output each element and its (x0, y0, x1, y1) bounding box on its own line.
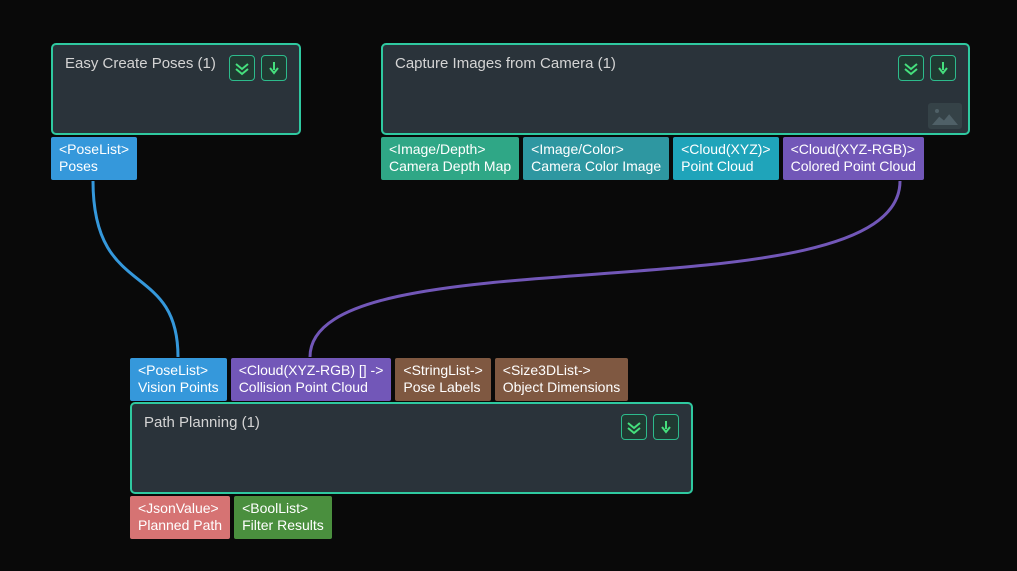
execute-button[interactable] (261, 55, 287, 81)
node-capture-images[interactable]: Capture Images from Camera (1) (381, 43, 970, 135)
inputs-path-planning: <PoseList> Vision Points <Cloud(XYZ-RGB)… (130, 358, 628, 401)
input-port-object-dimensions[interactable]: <Size3DList-> Object Dimensions (495, 358, 629, 401)
image-preview-icon (928, 103, 962, 129)
node-title: Path Planning (1) (144, 414, 621, 431)
outputs-easy-create-poses: <PoseList> Poses (51, 137, 137, 180)
collapse-button[interactable] (898, 55, 924, 81)
collapse-button[interactable] (229, 55, 255, 81)
output-port-color-image[interactable]: <Image/Color> Camera Color Image (523, 137, 669, 180)
output-port-poses[interactable]: <PoseList> Poses (51, 137, 137, 180)
outputs-path-planning: <JsonValue> Planned Path <BoolList> Filt… (130, 496, 332, 539)
input-port-pose-labels[interactable]: <StringList-> Pose Labels (395, 358, 490, 401)
output-port-planned-path[interactable]: <JsonValue> Planned Path (130, 496, 230, 539)
execute-button[interactable] (653, 414, 679, 440)
node-title: Capture Images from Camera (1) (395, 55, 898, 72)
node-graph-canvas[interactable]: { "nodes": { "easyCreatePoses": { "title… (0, 0, 1017, 571)
outputs-capture-images: <Image/Depth> Camera Depth Map <Image/Co… (381, 137, 924, 180)
output-port-point-cloud[interactable]: <Cloud(XYZ)> Point Cloud (673, 137, 778, 180)
node-path-planning[interactable]: Path Planning (1) (130, 402, 693, 494)
node-easy-create-poses[interactable]: Easy Create Poses (1) (51, 43, 301, 135)
execute-button[interactable] (930, 55, 956, 81)
node-title: Easy Create Poses (1) (65, 55, 229, 72)
output-port-depth-map[interactable]: <Image/Depth> Camera Depth Map (381, 137, 519, 180)
collapse-button[interactable] (621, 414, 647, 440)
input-port-collision-point-cloud[interactable]: <Cloud(XYZ-RGB) [] -> Collision Point Cl… (231, 358, 392, 401)
input-port-vision-points[interactable]: <PoseList> Vision Points (130, 358, 227, 401)
output-port-colored-point-cloud[interactable]: <Cloud(XYZ-RGB)> Colored Point Cloud (783, 137, 924, 180)
output-port-filter-results[interactable]: <BoolList> Filter Results (234, 496, 332, 539)
